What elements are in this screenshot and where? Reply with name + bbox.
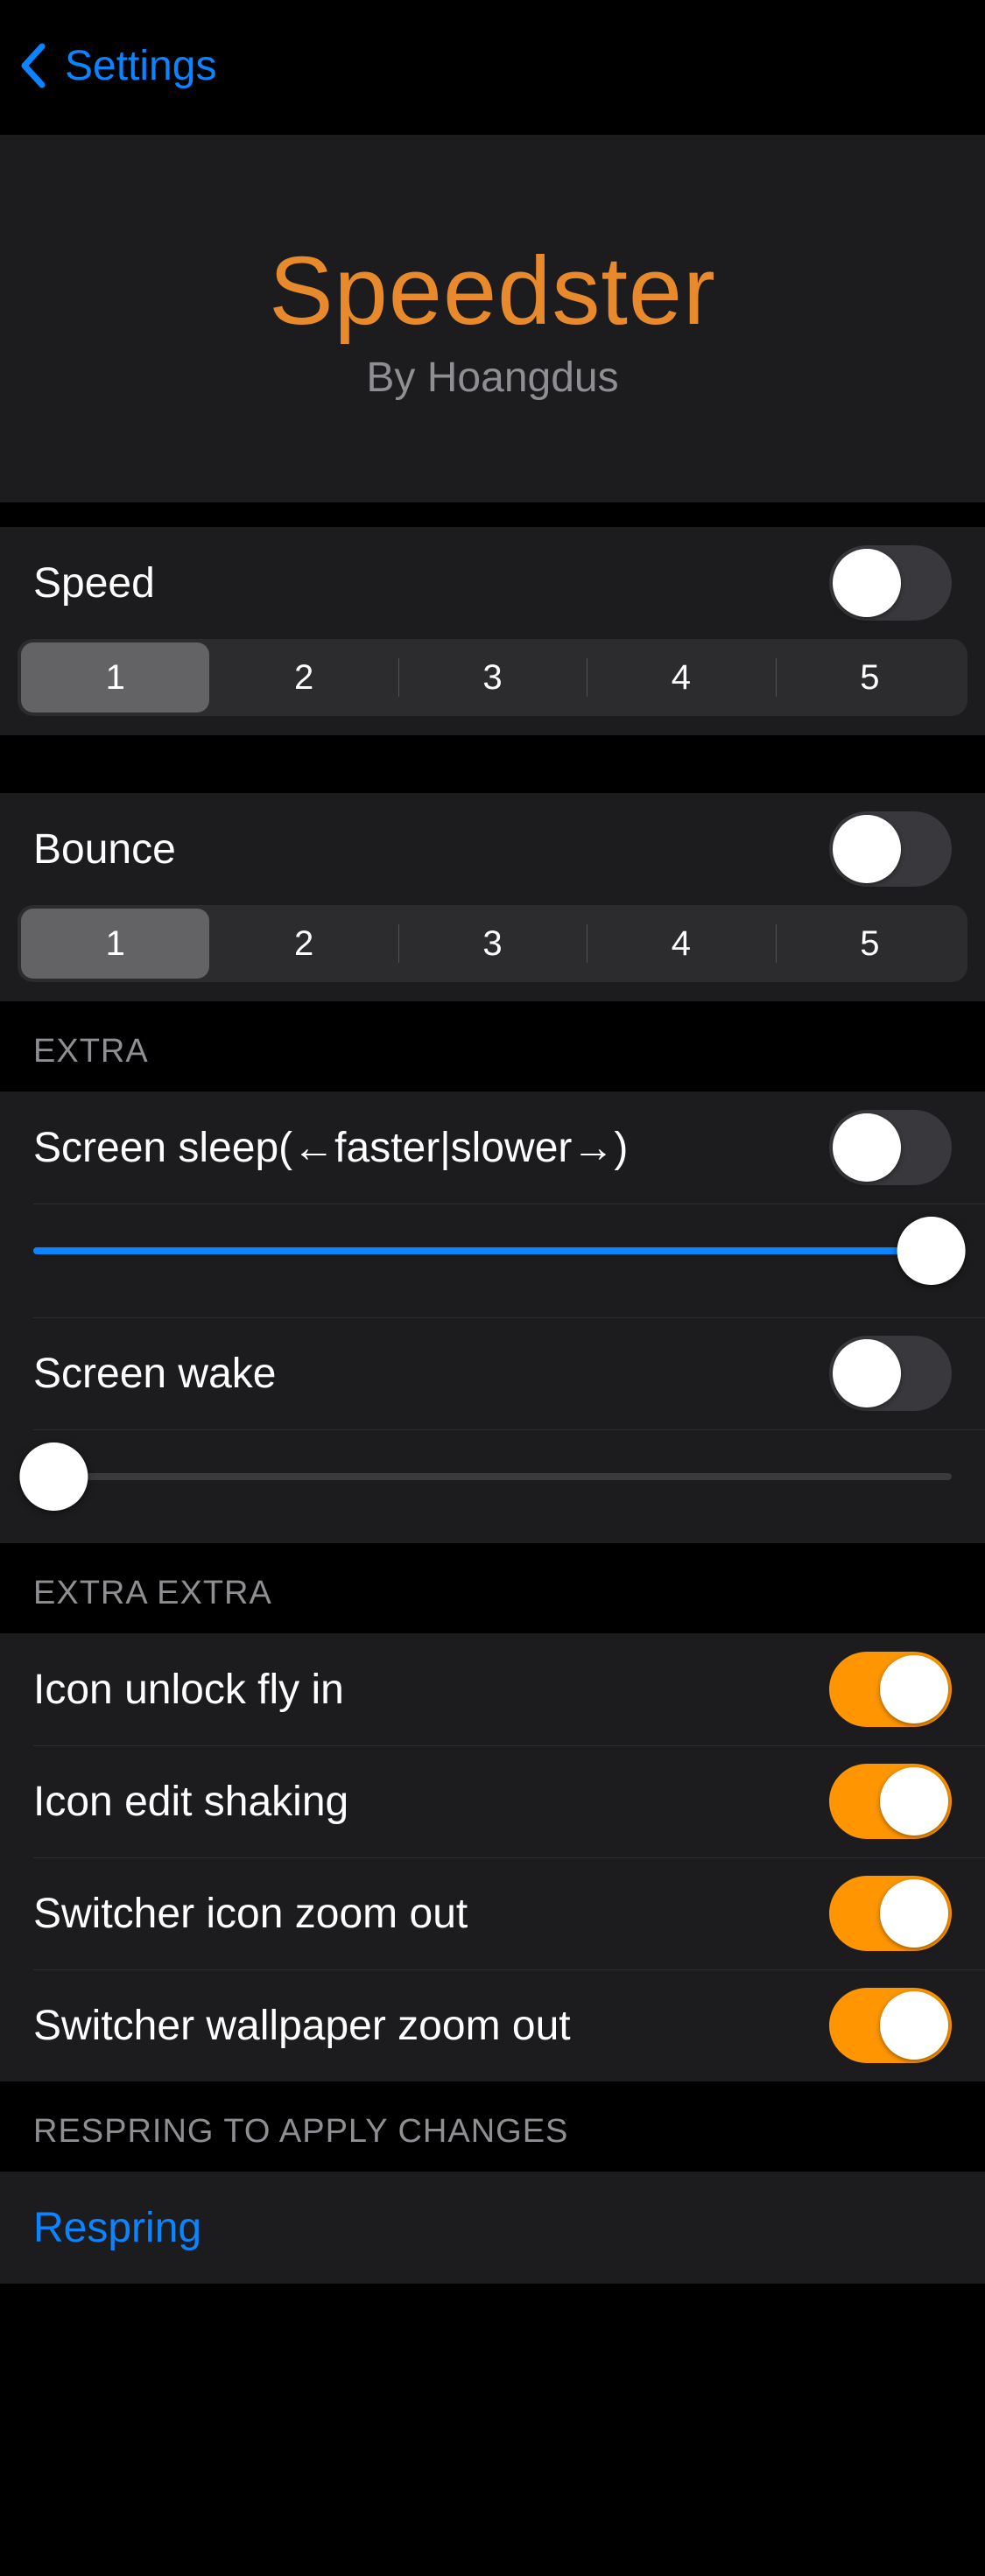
switcher-wallpaper-row: Switcher wallpaper zoom out [0,1969,985,2081]
bounce-segmented[interactable]: 1 2 3 4 5 [18,905,967,982]
switcher-icon-label: Switcher icon zoom out [33,1890,468,1938]
switcher-icon-toggle[interactable] [829,1876,952,1951]
screen-wake-slider[interactable] [33,1450,952,1503]
bounce-seg-5[interactable]: 5 [776,909,964,979]
bounce-seg-1[interactable]: 1 [21,909,209,979]
bounce-label: Bounce [33,825,176,874]
bounce-toggle[interactable] [829,811,952,887]
bounce-group: Bounce 1 2 3 4 5 [0,793,985,1001]
speed-toggle[interactable] [829,545,952,621]
chevron-left-icon [18,40,47,91]
extra-header: EXTRA [0,1001,985,1091]
extra-group: Screen sleep(←faster|slower→) Screen wak… [0,1091,985,1543]
icon-edit-toggle[interactable] [829,1764,952,1839]
speed-group: Speed 1 2 3 4 5 [0,527,985,735]
app-header: Speedster By Hoangdus [0,135,985,502]
screen-sleep-row: Screen sleep(←faster|slower→) [0,1091,985,1204]
speed-seg-3[interactable]: 3 [398,642,587,712]
speed-seg-1[interactable]: 1 [21,642,209,712]
bounce-seg-2[interactable]: 2 [209,909,398,979]
icon-edit-label: Icon edit shaking [33,1778,348,1826]
speed-label: Speed [33,559,155,607]
app-title: Speedster [269,235,715,347]
speed-seg-5[interactable]: 5 [776,642,964,712]
respring-label: Respring [33,2204,201,2252]
switcher-wallpaper-toggle[interactable] [829,1988,952,2063]
app-author: By Hoangdus [366,354,618,402]
icon-unlock-row: Icon unlock fly in [0,1633,985,1745]
switcher-icon-row: Switcher icon zoom out [0,1857,985,1969]
speed-segmented[interactable]: 1 2 3 4 5 [18,639,967,716]
respring-row[interactable]: Respring [0,2172,985,2284]
extra-extra-group: Icon unlock fly in Icon edit shaking Swi… [0,1633,985,2081]
navbar: Settings [0,0,985,131]
screen-sleep-slider-row [0,1204,985,1317]
speed-row: Speed [0,527,985,639]
speed-segmented-wrapper: 1 2 3 4 5 [0,639,985,735]
icon-unlock-label: Icon unlock fly in [33,1666,344,1714]
screen-wake-slider-row [0,1429,985,1543]
icon-edit-row: Icon edit shaking [0,1745,985,1857]
back-button[interactable]: Settings [18,40,216,91]
extra-extra-header: EXTRA EXTRA [0,1543,985,1633]
bounce-segmented-wrapper: 1 2 3 4 5 [0,905,985,1001]
screen-sleep-label: Screen sleep(←faster|slower→) [33,1124,628,1172]
switcher-wallpaper-label: Switcher wallpaper zoom out [33,2002,571,2050]
screen-sleep-slider[interactable] [33,1225,952,1277]
bounce-row: Bounce [0,793,985,905]
respring-header: RESPRING TO APPLY CHANGES [0,2081,985,2172]
back-label: Settings [65,42,216,90]
icon-unlock-toggle[interactable] [829,1652,952,1727]
screen-wake-label: Screen wake [33,1350,276,1398]
screen-sleep-toggle[interactable] [829,1110,952,1185]
bounce-seg-3[interactable]: 3 [398,909,587,979]
bounce-seg-4[interactable]: 4 [587,909,775,979]
screen-wake-toggle[interactable] [829,1336,952,1411]
speed-seg-2[interactable]: 2 [209,642,398,712]
screen-wake-row: Screen wake [0,1317,985,1429]
speed-seg-4[interactable]: 4 [587,642,775,712]
